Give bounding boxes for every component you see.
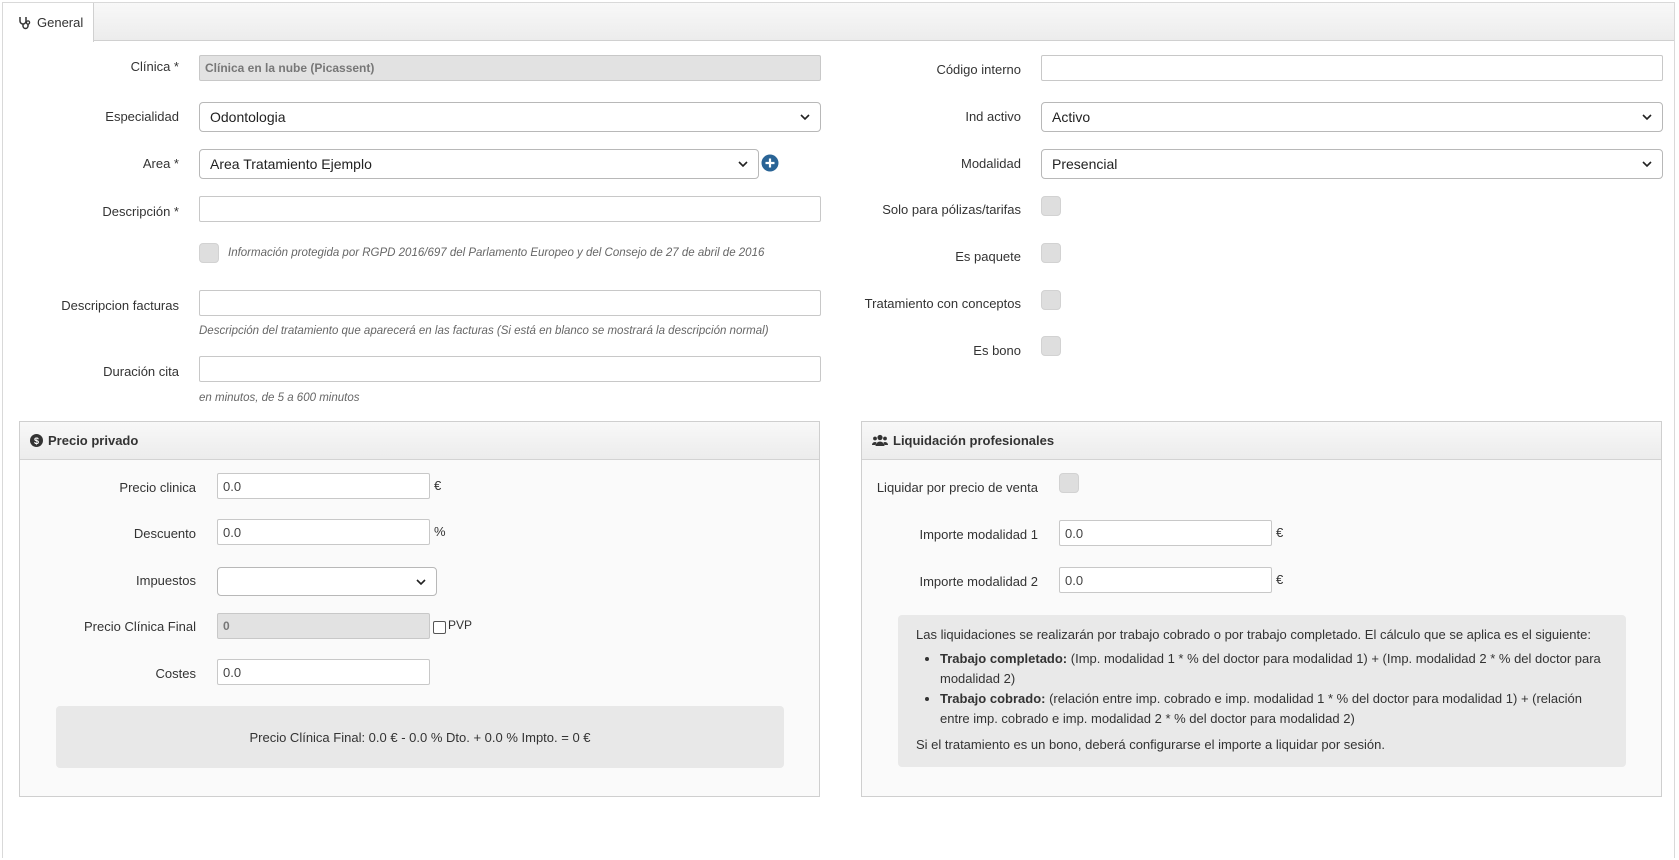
users-icon	[872, 434, 888, 447]
ind-activo-value: Activo	[1052, 109, 1091, 125]
precio-panel-title: Precio privado	[48, 433, 139, 448]
liquidacion-panel-header: Liquidación profesionales	[862, 422, 1661, 460]
descuento-input[interactable]: 0.0	[217, 519, 430, 545]
es-bono-label: Es bono	[973, 343, 1021, 358]
liquidacion-info: Las liquidaciones se realizarán por trab…	[898, 615, 1626, 767]
info-item-completado-title: Trabajo completado:	[940, 651, 1068, 666]
costes-input[interactable]: 0.0	[217, 659, 430, 685]
mod2-input[interactable]: 0.0	[1059, 567, 1272, 593]
area-select[interactable]: Area Tratamiento Ejemplo	[199, 149, 759, 179]
precio-summary: Precio Clínica Final: 0.0 € - 0.0 % Dto.…	[56, 706, 784, 768]
info-footer: Si el tratamiento es un bono, deberá con…	[916, 737, 1385, 752]
desc-facturas-help: Descripción del tratamiento que aparecer…	[199, 325, 769, 337]
chevron-down-icon	[416, 577, 426, 587]
duracion-help: en minutos, de 5 a 600 minutos	[199, 392, 360, 404]
info-item-cobrado: Trabajo cobrado: (relación entre imp. co…	[940, 689, 1608, 729]
rgpd-checkbox[interactable]	[199, 243, 219, 263]
es-bono-checkbox[interactable]	[1041, 336, 1061, 356]
modalidad-value: Presencial	[1052, 156, 1118, 172]
svg-text:$: $	[34, 436, 39, 446]
clinica-field: Clínica en la nube (Picassent)	[199, 55, 821, 81]
mod2-label: Importe modalidad 2	[919, 574, 1038, 589]
impuestos-label: Impuestos	[136, 573, 196, 588]
ind-activo-label: Ind activo	[965, 109, 1021, 124]
precio-clinica-label: Precio clinica	[119, 480, 196, 495]
precio-clinica-input[interactable]: 0.0	[217, 473, 430, 499]
codigo-label: Código interno	[936, 62, 1021, 77]
precio-panel: $ Precio privado Precio clinica 0.0 € De…	[19, 421, 820, 797]
mod1-input[interactable]: 0.0	[1059, 520, 1272, 546]
especialidad-select[interactable]: Odontologia	[199, 102, 821, 132]
descripcion-label: Descripción *	[102, 204, 179, 219]
precio-summary-text: Precio Clínica Final: 0.0 € - 0.0 % Dto.…	[249, 729, 591, 745]
info-list: Trabajo completado: (Imp. modalidad 1 * …	[916, 649, 1608, 729]
pvp-checkbox[interactable]	[433, 621, 446, 634]
tab-general[interactable]: General	[3, 3, 94, 42]
add-area-icon[interactable]	[761, 154, 779, 172]
precio-final-field: 0	[217, 613, 430, 639]
chevron-down-icon	[738, 159, 748, 169]
modalidad-select[interactable]: Presencial	[1041, 149, 1663, 179]
costes-label: Costes	[155, 666, 196, 681]
euro-unit: €	[1276, 525, 1284, 540]
modalidad-label: Modalidad	[961, 156, 1021, 171]
tab-bar: General	[3, 3, 1674, 42]
liquidacion-panel-title: Liquidación profesionales	[893, 433, 1055, 448]
solo-polizas-label: Solo para pólizas/tarifas	[882, 202, 1021, 217]
info-item-cobrado-title: Trabajo cobrado:	[940, 691, 1046, 706]
precio-final-label: Precio Clínica Final	[84, 619, 196, 634]
solo-polizas-checkbox[interactable]	[1041, 196, 1061, 216]
liquidar-label: Liquidar por precio de venta	[876, 480, 1038, 495]
chevron-down-icon	[1642, 112, 1652, 122]
codigo-input[interactable]	[1041, 55, 1663, 81]
especialidad-label: Especialidad	[105, 109, 179, 124]
duracion-label: Duración cita	[103, 364, 179, 379]
desc-facturas-label: Descripcion facturas	[61, 298, 179, 313]
clinica-label: Clínica *	[130, 59, 179, 74]
rgpd-notice: Información protegida por RGPD 2016/697 …	[228, 247, 765, 259]
chevron-down-icon	[800, 112, 810, 122]
especialidad-value: Odontologia	[210, 109, 286, 125]
chevron-down-icon	[1642, 159, 1652, 169]
area-value: Area Tratamiento Ejemplo	[210, 156, 372, 172]
impuestos-select[interactable]	[217, 567, 437, 596]
duracion-input[interactable]	[199, 356, 821, 382]
es-paquete-checkbox[interactable]	[1041, 243, 1061, 263]
area-label: Area *	[142, 156, 179, 171]
descuento-label: Descuento	[133, 526, 196, 541]
dollar-circle-icon: $	[30, 434, 43, 447]
tab-general-label: General	[37, 15, 84, 30]
liquidar-checkbox[interactable]	[1059, 473, 1079, 493]
es-paquete-label: Es paquete	[955, 249, 1021, 264]
desc-facturas-input[interactable]	[199, 290, 821, 316]
con-conceptos-checkbox[interactable]	[1041, 290, 1061, 310]
con-conceptos-label: Tratamiento con conceptos	[864, 296, 1021, 311]
descripcion-input[interactable]	[199, 196, 821, 222]
mod1-label: Importe modalidad 1	[919, 527, 1038, 542]
pvp-label: PVP	[448, 618, 473, 632]
euro-unit: €	[1276, 572, 1284, 587]
stethoscope-icon	[18, 16, 32, 30]
euro-unit: €	[434, 478, 442, 493]
info-intro: Las liquidaciones se realizarán por trab…	[916, 627, 1591, 642]
percent-unit: %	[434, 524, 446, 539]
ind-activo-select[interactable]: Activo	[1041, 102, 1663, 132]
liquidacion-panel: Liquidación profesionales Liquidar por p…	[861, 421, 1662, 797]
precio-panel-header: $ Precio privado	[20, 422, 819, 460]
form-container: General Clínica * Clínica en la nube (Pi…	[2, 2, 1675, 858]
info-item-completado: Trabajo completado: (Imp. modalidad 1 * …	[940, 649, 1608, 689]
